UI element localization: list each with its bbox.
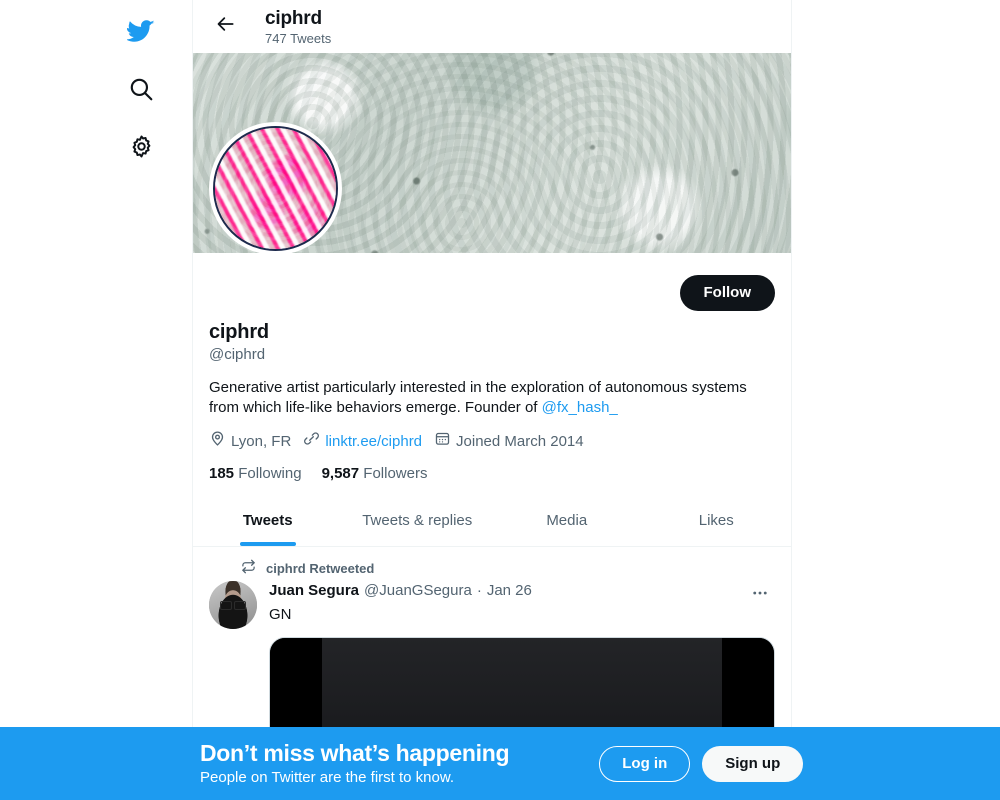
followers-label: Followers <box>363 465 428 482</box>
back-button[interactable] <box>209 10 243 44</box>
tweet-author-handle[interactable]: @JuanGSegura <box>364 581 472 601</box>
followers-count: 9,587 <box>321 465 360 482</box>
following-count: 185 <box>209 465 235 482</box>
avatar[interactable] <box>209 122 342 255</box>
tweet-author-name[interactable]: Juan Segura <box>269 581 359 601</box>
bio-mention-link[interactable]: @fx_hash_ <box>542 399 618 416</box>
twitter-profile-page: ciphrd 747 Tweets Follow ciphrd @ciphrd … <box>0 0 1000 800</box>
followers-stat[interactable]: 9,587 Followers <box>322 465 428 482</box>
retweet-label: ciphrd Retweeted <box>266 560 375 576</box>
retweet-icon <box>241 559 256 577</box>
avatar-art-overlay <box>215 128 336 249</box>
tweet-separator: · <box>476 582 482 599</box>
tweet-date[interactable]: Jan 26 <box>487 581 532 601</box>
following-stat[interactable]: 185 Following <box>209 465 302 482</box>
profile-meta: Lyon, FR linktr.ee/ciphrd Joined March 2… <box>209 430 775 453</box>
tweet-author-avatar[interactable] <box>209 581 257 629</box>
arrow-left-icon <box>216 14 236 39</box>
twitter-bird-icon <box>125 17 155 50</box>
profile-stats: 185 Following 9,587 Followers <box>209 465 775 482</box>
profile-handle: @ciphrd <box>209 346 266 363</box>
signup-button[interactable]: Sign up <box>702 745 804 782</box>
location-text: Lyon, FR <box>231 432 292 450</box>
left-sidebar <box>0 0 192 800</box>
main-column: ciphrd 747 Tweets Follow ciphrd @ciphrd … <box>192 0 792 800</box>
follow-button[interactable]: Follow <box>679 274 775 311</box>
profile-joined: Joined March 2014 <box>434 430 584 453</box>
tweet-text: GN <box>269 606 292 623</box>
glasses-icon <box>220 601 246 610</box>
profile-info: ciphrd @ciphrd Generative artist particu… <box>193 320 791 494</box>
website-link[interactable]: linktr.ee/ciphrd <box>325 432 422 452</box>
page-title: ciphrd <box>265 7 322 29</box>
calendar-icon <box>434 430 451 453</box>
signup-banner-text: Don’t miss what’s happening People on Tw… <box>200 739 510 788</box>
gear-icon <box>129 134 154 164</box>
tab-likes[interactable]: Likes <box>642 494 792 546</box>
avatar-image <box>213 126 338 251</box>
following-label: Following <box>238 465 302 482</box>
bio-text: Generative artist particularly intereste… <box>209 379 747 416</box>
tweet-header: Juan Segura @JuanGSegura · Jan 26 <box>269 581 775 605</box>
profile-website[interactable]: linktr.ee/ciphrd <box>303 430 422 453</box>
retweet-indicator: ciphrd Retweeted <box>209 559 775 577</box>
location-pin-icon <box>209 430 226 453</box>
login-button[interactable]: Log in <box>599 745 691 782</box>
signup-banner-actions: Log in Sign up <box>599 745 804 782</box>
tweet-more-options-icon[interactable] <box>745 581 775 605</box>
tweet-count: 747 Tweets <box>265 30 332 46</box>
top-bar-text: ciphrd 747 Tweets <box>265 7 331 47</box>
profile-display-name: ciphrd <box>209 321 269 343</box>
sidebar-item-settings[interactable] <box>118 126 164 172</box>
sidebar-item-search[interactable] <box>118 68 164 114</box>
tab-tweets-replies[interactable]: Tweets & replies <box>343 494 493 546</box>
follow-row: Follow <box>193 253 791 320</box>
profile-bio: Generative artist particularly intereste… <box>209 378 775 418</box>
search-icon <box>128 76 154 107</box>
top-bar: ciphrd 747 Tweets <box>193 0 791 53</box>
signup-banner: Don’t miss what’s happening People on Tw… <box>0 727 1000 800</box>
sidebar-item-home-logo[interactable] <box>118 10 164 56</box>
profile-tabs: Tweets Tweets & replies Media Likes <box>193 494 791 547</box>
profile-location: Lyon, FR <box>209 430 291 453</box>
joined-text: Joined March 2014 <box>456 432 584 450</box>
signup-banner-subtitle: People on Twitter are the first to know. <box>200 769 455 786</box>
link-icon <box>303 430 320 453</box>
signup-banner-title: Don’t miss what’s happening <box>200 740 510 766</box>
tab-media[interactable]: Media <box>492 494 642 546</box>
tab-tweets[interactable]: Tweets <box>193 494 343 546</box>
